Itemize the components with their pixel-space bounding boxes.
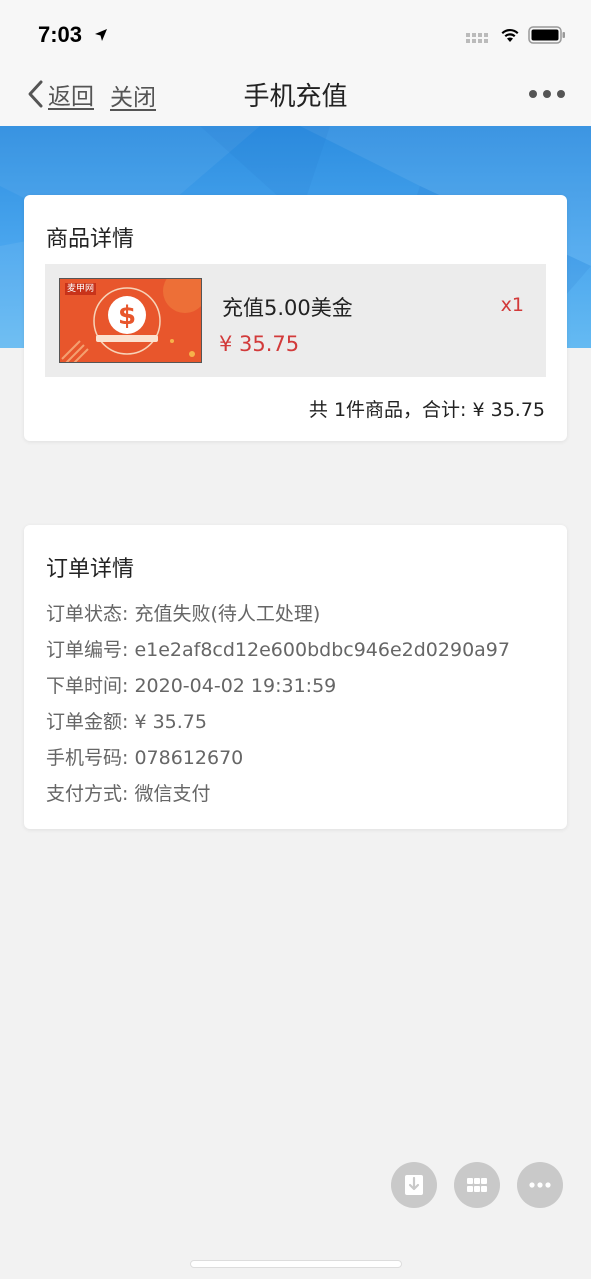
product-thumbnail: $ 麦甲网	[59, 278, 202, 363]
order-details-card: 订单详情 订单状态: 充值失败(待人工处理) 订单编号: e1e2af8cd12…	[24, 525, 567, 829]
order-card-title: 订单详情	[46, 557, 135, 582]
product-price: ¥ 35.75	[219, 332, 300, 356]
order-time-value: 2020-04-02 19:31:59	[134, 675, 337, 697]
payment-method-line: 支付方式: 微信支付	[46, 779, 210, 806]
wifi-icon	[501, 28, 519, 42]
order-time-line: 下单时间: 2020-04-02 19:31:59	[46, 671, 336, 698]
back-label: 返回	[48, 84, 94, 110]
product-card-title: 商品详情	[46, 227, 135, 252]
save-to-device-icon	[405, 1175, 423, 1195]
svg-text:$: $	[118, 301, 136, 331]
order-total-summary: 共 1件商品，合计: ¥ 35.75	[308, 399, 545, 421]
signal-icon	[466, 33, 488, 43]
order-number-label: 订单编号:	[46, 639, 135, 661]
phone-number-line: 手机号码: 078612670	[46, 743, 243, 770]
order-amount-value: ¥ 35.75	[134, 711, 207, 733]
phone-number-value: 078612670	[134, 747, 244, 769]
product-details-card: 商品详情 $ 麦甲网 充值5.00美金 ¥ 35.75 x1 共 1件商品，合计…	[24, 195, 567, 441]
chevron-left-icon	[28, 80, 43, 108]
battery-icon	[528, 26, 565, 44]
payment-method-label: 支付方式:	[46, 783, 135, 805]
more-options-button[interactable]	[517, 1162, 563, 1208]
order-number-line: 订单编号: e1e2af8cd12e600bdbc946e2d0290a97	[46, 635, 510, 662]
order-amount-line: 订单金额: ¥ 35.75	[46, 707, 207, 734]
app-root: 7:03 返回 关闭 手机充值 商品详情 $ 麦甲网 充值5.00美金 ¥ 35…	[0, 0, 591, 1279]
close-button[interactable]: 关闭	[110, 78, 156, 112]
nav-bar: 返回 关闭 手机充值	[0, 62, 591, 126]
location-arrow-icon	[95, 29, 107, 41]
back-button[interactable]: 返回	[26, 76, 94, 112]
product-name: 充值5.00美金	[222, 296, 353, 320]
product-item[interactable]: $ 麦甲网 充值5.00美金 ¥ 35.75 x1	[45, 264, 546, 377]
status-bar: 7:03	[0, 0, 591, 62]
order-amount-label: 订单金额:	[46, 711, 135, 733]
apps-grid-button[interactable]	[454, 1162, 500, 1208]
home-indicator[interactable]	[190, 1260, 402, 1268]
apps-grid-icon	[467, 1178, 487, 1192]
thumbnail-brand-badge: 麦甲网	[65, 283, 97, 295]
order-status-label: 订单状态:	[46, 603, 135, 625]
more-dots-icon	[529, 1182, 551, 1188]
product-quantity: x1	[500, 294, 524, 316]
more-dots-icon[interactable]	[528, 88, 566, 100]
phone-number-label: 手机号码:	[46, 747, 135, 769]
status-time: 7:03	[38, 22, 83, 47]
order-status-value: 充值失败(待人工处理)	[134, 603, 321, 625]
save-to-device-button[interactable]	[391, 1162, 437, 1208]
order-number-value: e1e2af8cd12e600bdbc946e2d0290a97	[134, 639, 510, 661]
payment-method-value: 微信支付	[134, 783, 211, 805]
order-time-label: 下单时间:	[46, 675, 135, 697]
order-status-line: 订单状态: 充值失败(待人工处理)	[46, 599, 320, 626]
